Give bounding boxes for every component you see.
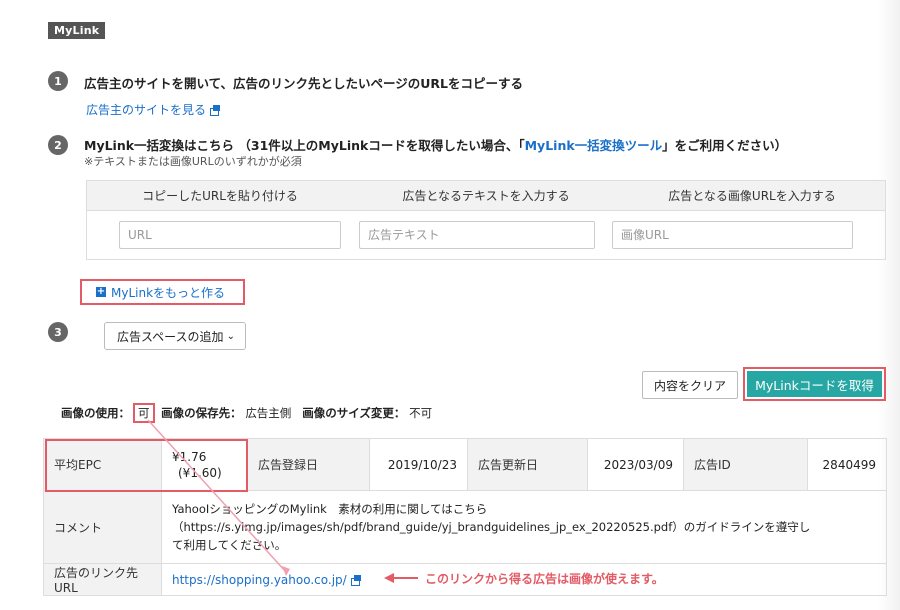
annotation-arrows [147, 419, 418, 583]
diagonal-arrow-head [282, 566, 290, 576]
callout-arrow-head [384, 573, 394, 583]
image-usage-annotation: このリンクから得る広告は画像が使えます。 [425, 572, 664, 586]
diagonal-arrow-line [147, 419, 287, 573]
